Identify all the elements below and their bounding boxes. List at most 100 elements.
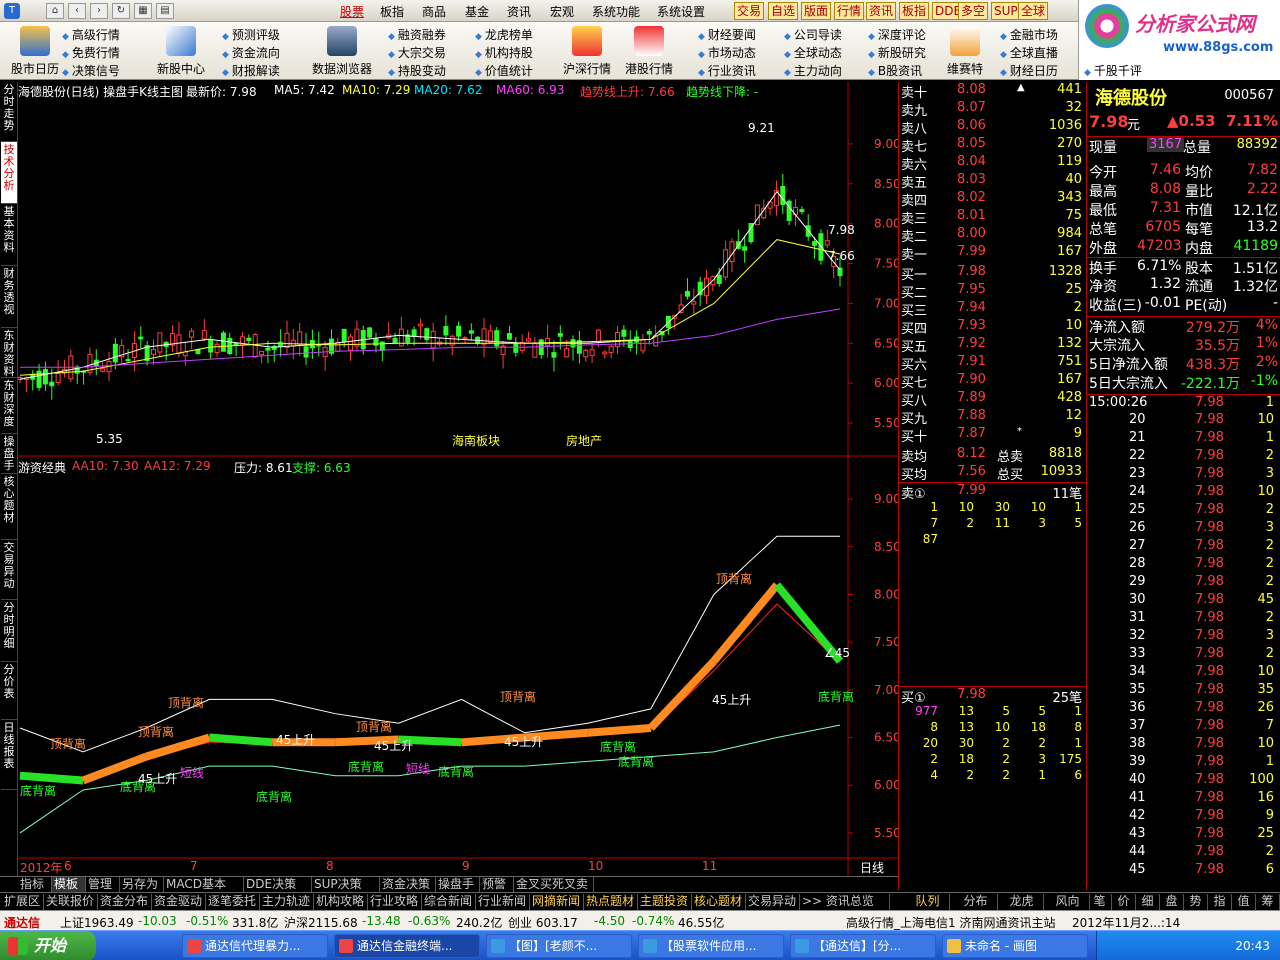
quick-news-button[interactable]: 资讯 <box>866 2 897 20</box>
quick-layout-button[interactable]: 版面 <box>801 2 832 20</box>
menu-system[interactable]: 系统功能 <box>592 3 640 20</box>
panel-tab[interactable]: 细 <box>1136 894 1160 910</box>
sh-index[interactable]: 上证1963.49 <box>60 914 134 931</box>
tick-row[interactable]: 22 7.98 2 <box>1087 448 1280 466</box>
tick-row[interactable]: 40 7.98 100 <box>1087 772 1280 790</box>
side-tab[interactable]: 分时走势 <box>1 82 17 142</box>
tool-market-dynamics[interactable]: 市场动态 <box>698 44 756 61</box>
tick-row[interactable]: 23 7.98 3 <box>1087 466 1280 484</box>
footer-tab[interactable]: 交易异动 <box>746 894 800 910</box>
tick-row[interactable]: 34 7.98 10 <box>1087 664 1280 682</box>
quick-sup-button[interactable]: SUP <box>991 2 1021 20</box>
panel-tab[interactable]: 筹 <box>1256 894 1280 910</box>
panel-tab[interactable]: 分布 <box>954 894 998 910</box>
tick-row[interactable]: 15:00:26 7.98 1 <box>1087 394 1280 412</box>
footer-tab[interactable]: 主力轨迹 <box>260 894 314 910</box>
quick-index-button[interactable]: 板指 <box>899 2 930 20</box>
task-item[interactable]: 通达信金融终端... <box>334 934 480 958</box>
quick-watchlist-button[interactable]: 自选 <box>768 2 799 20</box>
footer-tab[interactable]: 逐笔委托 <box>206 894 260 910</box>
side-tab[interactable]: 东财资料 <box>1 328 17 378</box>
footer-tab[interactable]: 扩展区 <box>2 894 44 910</box>
tool-holding-change[interactable]: 持股变动 <box>388 62 446 79</box>
indicator-tab[interactable]: 管理 <box>86 877 120 893</box>
indicator-tab[interactable]: MACD基本 <box>164 877 244 893</box>
bid-level[interactable]: 买八 7.89 428 <box>899 390 1086 409</box>
side-tab[interactable]: 东财深度 <box>1 378 17 434</box>
indicator-tab[interactable]: DDE决策 <box>244 877 312 893</box>
indicator-tab[interactable]: 资金决策 <box>380 877 436 893</box>
bid-level[interactable]: 买二 7.95 25 <box>899 282 1086 301</box>
bid-level[interactable]: 买四 7.93 10 <box>899 318 1086 337</box>
ask-level[interactable]: 卖五 8.03 40 <box>899 172 1086 191</box>
footer-tab[interactable]: 关联报价 <box>44 894 98 910</box>
tool-finance-market[interactable]: 金融市场 <box>1000 26 1058 43</box>
tool-forecast-rating[interactable]: 预测评级 <box>222 26 280 43</box>
tool-fund-flow[interactable]: 资金流向 <box>222 44 280 61</box>
data-browser-button[interactable]: 数据浏览器 <box>308 24 376 78</box>
menu-fund[interactable]: 基金 <box>465 3 489 20</box>
footer-tab[interactable]: >> 资讯总览 <box>800 894 890 910</box>
tick-row[interactable]: 45 7.98 6 <box>1087 862 1280 880</box>
clock[interactable]: 20:43 <box>1235 939 1270 953</box>
tool-main-force[interactable]: 主力动向 <box>784 62 842 79</box>
tick-row[interactable]: 41 7.98 16 <box>1087 790 1280 808</box>
start-button[interactable]: 开始 <box>0 931 96 960</box>
tool-advanced-quote[interactable]: 高级行情 <box>62 26 120 43</box>
hs-index[interactable]: 沪深2115.68 <box>284 914 358 931</box>
side-tab[interactable]: 日线报表 <box>1 720 17 790</box>
footer-tab[interactable]: 资金分布 <box>98 894 152 910</box>
bid-level[interactable]: 买一 7.98 1328 <box>899 264 1086 283</box>
side-tab[interactable]: 分价表 <box>1 662 17 720</box>
task-item[interactable]: 【图】[老颜不... <box>486 934 632 958</box>
tick-row[interactable]: 42 7.98 9 <box>1087 808 1280 826</box>
ask-level[interactable]: 卖三 8.01 75 <box>899 208 1086 227</box>
panel-tab[interactable]: 队列 <box>906 894 950 910</box>
server-info[interactable]: 高级行情_上海电信1 济南网通资讯主站 <box>846 914 1055 931</box>
tool-global-live[interactable]: 全球直播 <box>1000 44 1058 61</box>
indicator-tab[interactable]: 模板 <box>52 877 86 893</box>
side-tab[interactable]: 财务透视 <box>1 266 17 328</box>
tool-ipo-research[interactable]: 新股研究 <box>868 44 926 61</box>
menu-news[interactable]: 资讯 <box>507 3 531 20</box>
stock-calendar-button[interactable]: 股市日历 <box>6 24 64 78</box>
ask-level[interactable]: 卖六 8.04 119 <box>899 154 1086 173</box>
quick-longshort-button[interactable]: 多空 <box>958 2 989 20</box>
tick-row[interactable]: 25 7.98 2 <box>1087 502 1280 520</box>
indicator-tab[interactable]: 预警 <box>480 877 514 893</box>
menu-commodity[interactable]: 商品 <box>422 3 446 20</box>
bid-level[interactable]: 买九 7.88 12 <box>899 408 1086 427</box>
footer-tab[interactable]: 综合新闻 <box>422 894 476 910</box>
ask-level[interactable]: 卖一 7.99 167 <box>899 244 1086 263</box>
tool-free-quote[interactable]: 免费行情 <box>62 44 120 61</box>
tick-row[interactable]: 27 7.98 2 <box>1087 538 1280 556</box>
bid-level[interactable]: 买五 7.92 132 <box>899 336 1086 355</box>
footer-tab[interactable]: 主题投资 <box>638 894 692 910</box>
ask-level[interactable]: 卖七 8.05 270 <box>899 136 1086 155</box>
tool-b-share-news[interactable]: B股资讯 <box>868 62 922 79</box>
footer-tab[interactable]: 行业新闻 <box>476 894 530 910</box>
tick-row[interactable]: 26 7.98 3 <box>1087 520 1280 538</box>
sh-sz-quote-button[interactable]: 沪深行情 <box>558 24 616 78</box>
tool-deep-review[interactable]: 深度评论 <box>868 26 926 43</box>
bid-level[interactable]: 买三 7.94 2 <box>899 300 1086 319</box>
footer-tab[interactable]: 资金驱动 <box>152 894 206 910</box>
grid-icon[interactable]: ▦ <box>134 3 152 19</box>
side-tab[interactable]: 交易异动 <box>1 540 17 600</box>
tick-row[interactable]: 36 7.98 26 <box>1087 700 1280 718</box>
menu-stocks[interactable]: 股票 <box>340 3 364 20</box>
tick-row[interactable]: 29 7.98 2 <box>1087 574 1280 592</box>
task-item[interactable]: 通达信代理暴力... <box>182 934 328 958</box>
task-item[interactable]: 【股票软件应用... <box>638 934 784 958</box>
back-icon[interactable]: ‹ <box>68 3 86 19</box>
side-tab[interactable]: 核心题材 <box>1 474 17 540</box>
tool-global-dynamics[interactable]: 全球动态 <box>784 44 842 61</box>
tool-report-reading[interactable]: 财报解读 <box>222 62 280 79</box>
side-tab[interactable]: 技术分析 <box>1 142 17 204</box>
indicator-tab[interactable]: 指标 <box>18 877 52 893</box>
side-tab[interactable]: 基本资料 <box>1 204 17 266</box>
ask-level[interactable]: 卖八 8.06 1036 <box>899 118 1086 137</box>
indicator-tab[interactable]: 金叉买死叉卖 <box>514 877 594 893</box>
quick-quote-button[interactable]: 行情 <box>834 2 865 20</box>
quick-trade-button[interactable]: 交易 <box>734 2 765 20</box>
